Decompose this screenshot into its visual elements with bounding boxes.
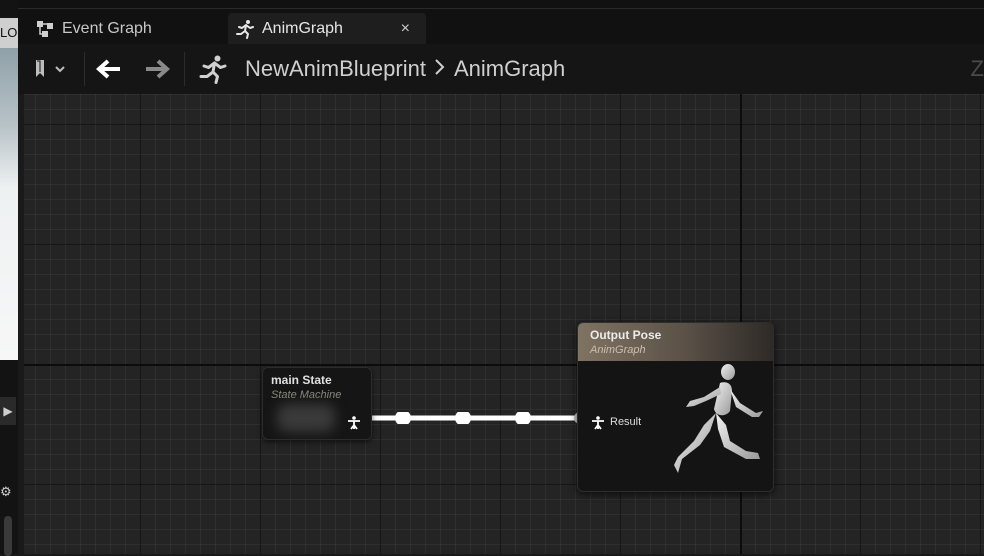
event-graph-icon [34, 18, 56, 40]
chevron-right-icon [434, 56, 446, 82]
result-pin-label: Result [610, 416, 642, 428]
anim-graph-canvas[interactable] [24, 94, 984, 554]
breadcrumb: NewAnimBlueprint AnimGraph [245, 44, 565, 94]
lod-label[interactable]: LOD [0, 18, 18, 48]
back-button[interactable] [96, 44, 122, 94]
scrollbar[interactable] [4, 516, 12, 556]
bookmark-icon [36, 60, 65, 77]
forward-button[interactable] [144, 44, 170, 94]
gear-icon[interactable]: ⚙ [0, 480, 12, 504]
breadcrumb-blueprint[interactable]: NewAnimBlueprint [245, 56, 426, 82]
tabbar-divider [18, 8, 984, 9]
output-pose-node[interactable]: Output Pose AnimGraph Result [577, 322, 774, 492]
breadcrumb-animgraph[interactable]: AnimGraph [454, 56, 565, 82]
wire-bubble [455, 412, 471, 424]
running-man-icon [199, 55, 227, 84]
zoom-label: Z [970, 56, 984, 81]
node-subtitle: State Machine [271, 389, 342, 401]
pose-pin-icon[interactable] [591, 416, 605, 430]
tab-event-graph[interactable]: Event Graph [28, 13, 218, 44]
toolbar-separator [84, 52, 85, 86]
tab-animgraph[interactable]: AnimGraph × [228, 13, 426, 44]
toolbar-separator [184, 52, 185, 86]
node-title: Output Pose [590, 328, 662, 342]
tab-animgraph-label: AnimGraph [262, 19, 343, 37]
graph-toolbar: NewAnimBlueprint AnimGraph Z [18, 44, 984, 94]
node-title: main State [271, 373, 332, 387]
arrow-right-icon [146, 59, 170, 79]
viewport-preview-edge [0, 48, 18, 360]
state-machine-node[interactable]: main State State Machine [262, 367, 372, 440]
wire-bubble [515, 412, 531, 424]
pose-pin-icon[interactable] [347, 416, 361, 430]
pose-wire[interactable] [370, 412, 582, 424]
running-mannequin-icon [674, 364, 763, 473]
tab-bar: Event Graph AnimGraph × [18, 0, 984, 44]
node-preview-blur [277, 404, 335, 432]
running-man-icon [234, 18, 256, 40]
arrow-left-icon [96, 59, 120, 79]
wire-bubble [395, 412, 411, 424]
node-subtitle: AnimGraph [590, 344, 646, 356]
left-panel-strip: LOD ▶ ⚙ [0, 0, 18, 556]
blueprint-icon-button[interactable] [198, 44, 228, 94]
tab-event-graph-label: Event Graph [62, 19, 152, 37]
close-icon[interactable]: × [401, 20, 410, 38]
bookmark-dropdown[interactable] [34, 44, 68, 94]
play-icon[interactable]: ▶ [0, 397, 16, 425]
